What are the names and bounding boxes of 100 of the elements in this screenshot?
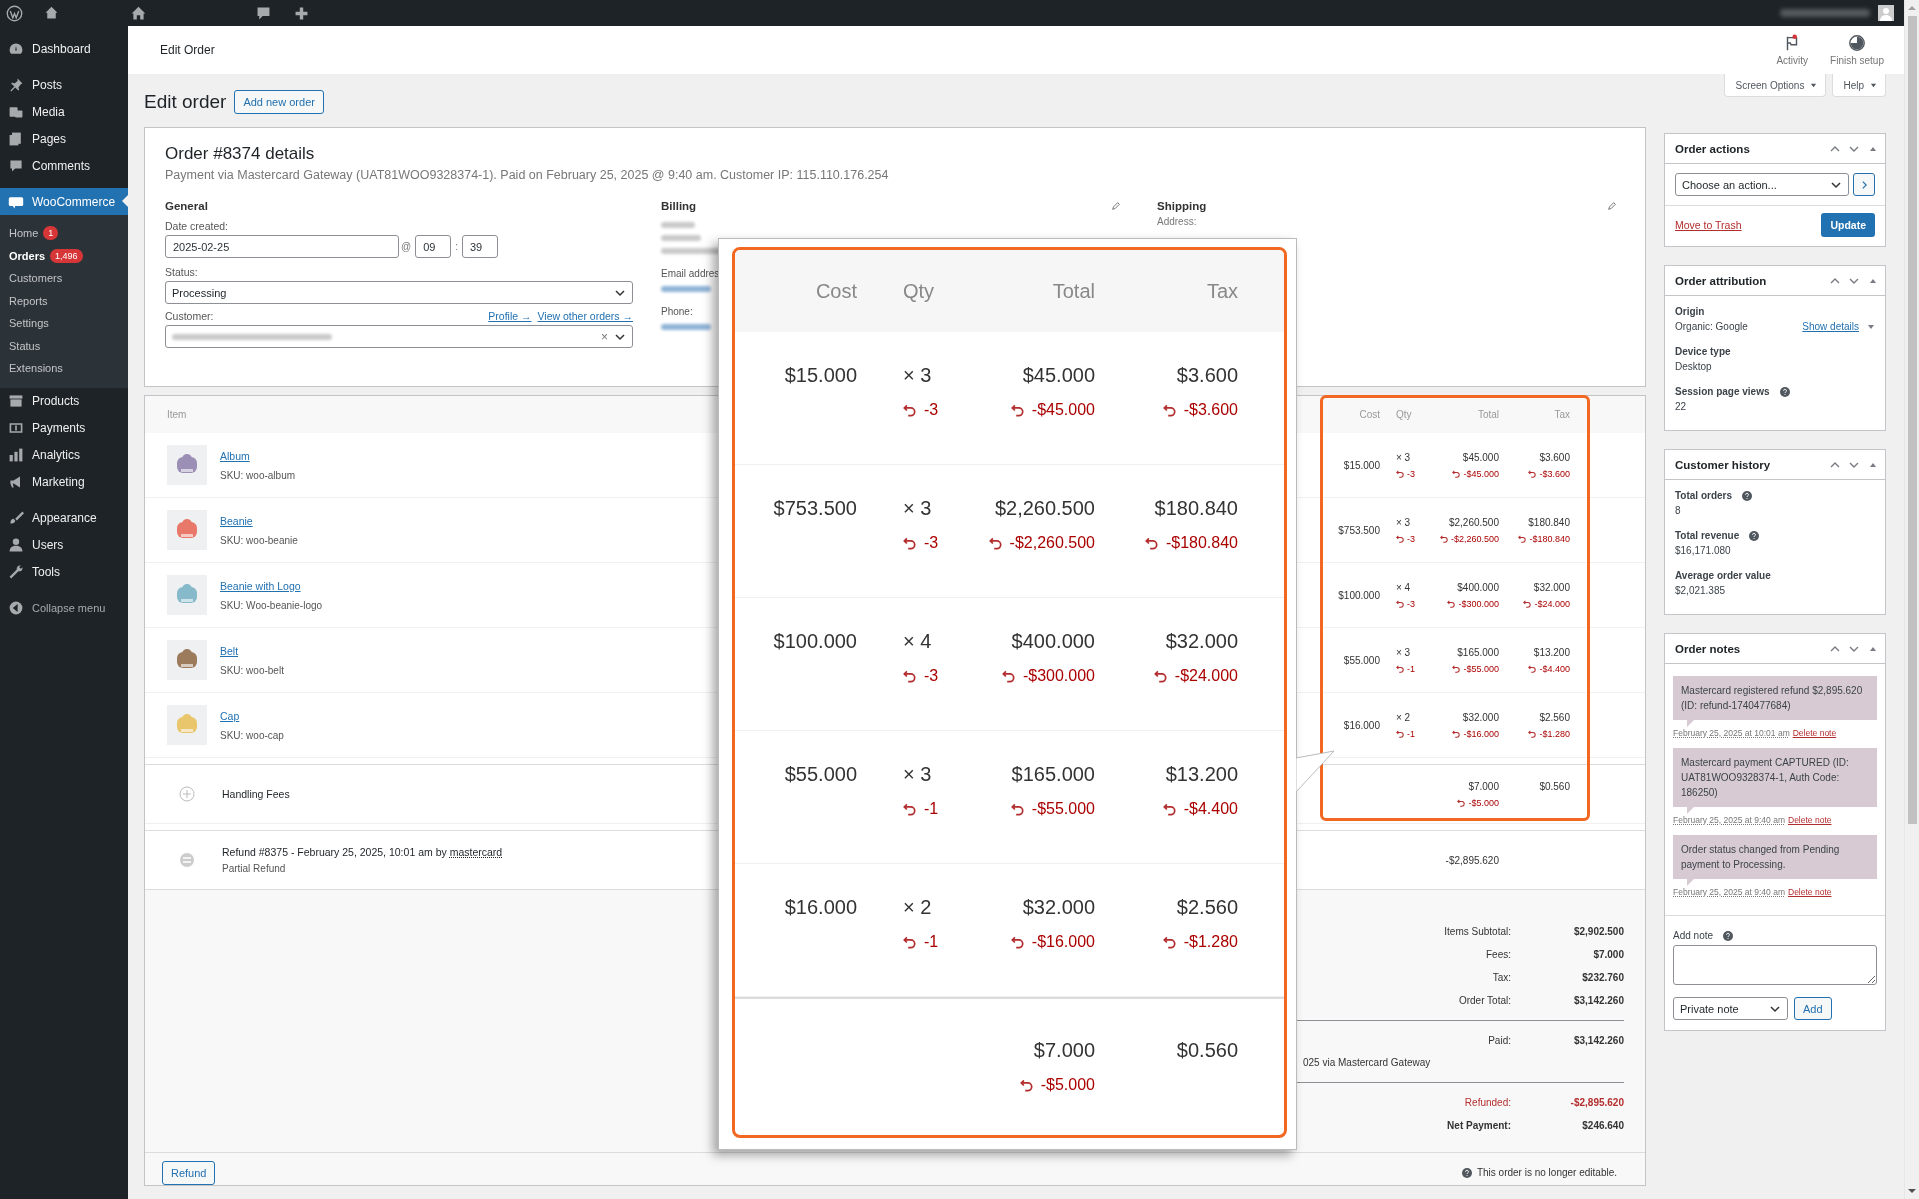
apply-button[interactable] xyxy=(1853,173,1875,196)
scroll-down-icon[interactable] xyxy=(1907,1186,1917,1196)
add-new-order-button[interactable]: Add new order xyxy=(234,89,324,114)
table-cell: $2,260.500 xyxy=(1448,516,1499,528)
move-to-trash-link[interactable]: Move to Trash xyxy=(1675,219,1742,231)
delete-note-link[interactable]: Delete note xyxy=(1792,728,1837,738)
bar-chart-icon xyxy=(8,447,24,463)
refund-amount: -3 xyxy=(1407,533,1415,544)
sidebar-item[interactable]: Pages xyxy=(0,125,128,152)
customer-select[interactable]: × xyxy=(165,325,633,348)
table-cell: $753.500 xyxy=(773,497,857,520)
sidebar-item[interactable]: Products xyxy=(0,387,128,415)
archive-icon xyxy=(8,393,24,409)
refund-amount: -$55.000 xyxy=(1031,800,1095,818)
hour-field[interactable]: 09 xyxy=(415,235,452,258)
delete-note-link[interactable]: Delete note xyxy=(1788,815,1832,825)
update-button[interactable]: Update xyxy=(1821,213,1875,237)
table-cell: $16.000 xyxy=(784,896,857,919)
undo-icon xyxy=(1001,669,1015,683)
sidebar-item[interactable]: Comments xyxy=(0,152,128,179)
total-label: Items Subtotal: xyxy=(1443,926,1511,937)
refund-reason: Partial Refund xyxy=(222,863,287,874)
author-link[interactable]: mastercard xyxy=(449,846,503,858)
add-note-button[interactable]: Add xyxy=(1794,997,1832,1020)
undo-icon xyxy=(1162,802,1176,816)
show-details-link[interactable]: Show details xyxy=(1802,321,1859,332)
dropdown-triangle-icon[interactable] xyxy=(1867,322,1875,331)
plus-circle-icon xyxy=(179,786,195,802)
refund-amount: -$4.400 xyxy=(1183,800,1238,818)
pencil-icon[interactable] xyxy=(1607,201,1617,211)
field-value: Desktop xyxy=(1675,361,1713,372)
caret-icon xyxy=(1810,81,1818,89)
product-link[interactable]: Cap xyxy=(220,709,284,722)
field-label: Origin xyxy=(1675,306,1705,317)
sidebar-item[interactable]: Analytics xyxy=(0,441,128,469)
refund-amount: -$3.600 xyxy=(1183,401,1238,419)
sidebar-item[interactable]: Appearance xyxy=(0,504,128,532)
product-link[interactable]: Beanie xyxy=(220,514,298,527)
sidebar-item[interactable]: Tools xyxy=(0,558,128,586)
view-orders-link[interactable]: View other orders → xyxy=(537,310,633,322)
submenu-item[interactable]: Settings xyxy=(0,312,128,335)
undo-icon xyxy=(1528,729,1537,738)
date-field[interactable]: 2025-02-25 xyxy=(165,235,399,258)
help-icon[interactable] xyxy=(1749,530,1760,541)
total-label: Net Payment: xyxy=(1446,1120,1511,1131)
total-value: $7.000 xyxy=(1592,949,1624,960)
submenu-item[interactable]: Home 1 xyxy=(0,222,128,245)
sidebar-item[interactable]: Marketing xyxy=(0,468,128,496)
status-select[interactable]: Processing xyxy=(165,281,633,304)
column-header: Tax xyxy=(1205,279,1238,303)
submenu-item[interactable]: Customers xyxy=(0,267,128,290)
sidebar-item[interactable]: Users xyxy=(0,531,128,559)
product-link[interactable]: Belt xyxy=(220,644,284,657)
table-cell: × 3 xyxy=(1396,451,1411,463)
help-button[interactable]: Help xyxy=(1832,74,1886,97)
submenu-item[interactable]: Extensions xyxy=(0,357,128,380)
sidebar-item[interactable]: Payments xyxy=(0,414,128,442)
pencil-icon[interactable] xyxy=(1111,201,1121,211)
collapse-menu-button[interactable]: Collapse menu xyxy=(0,594,128,622)
column-header: Cost xyxy=(1358,409,1380,420)
sidebar-item[interactable]: WooCommerce xyxy=(0,188,128,215)
sku-text: SKU: Woo-beanie-logo xyxy=(220,599,323,611)
profile-link[interactable]: Profile → xyxy=(488,310,532,322)
refund-button[interactable]: Refund xyxy=(162,1161,216,1185)
product-link[interactable]: Album xyxy=(220,449,296,462)
submenu-item[interactable]: Orders 1,496 xyxy=(0,244,128,267)
note-field[interactable] xyxy=(1673,945,1877,985)
product-link[interactable]: Beanie with Logo xyxy=(220,579,323,592)
refund-amount: -$2,260.500 xyxy=(1450,533,1499,544)
activity-button[interactable]: Activity xyxy=(1776,34,1809,66)
submenu-item[interactable]: Status xyxy=(0,334,128,357)
submenu-item[interactable]: Reports xyxy=(0,289,128,312)
screen-options-button[interactable]: Screen Options xyxy=(1724,74,1827,97)
sidebar-item[interactable]: Posts xyxy=(0,71,128,98)
scrollbar[interactable] xyxy=(1904,0,1919,1199)
help-icon[interactable] xyxy=(1742,490,1753,501)
home-icon[interactable] xyxy=(130,4,147,22)
action-select[interactable]: Choose an action... xyxy=(1675,173,1849,196)
column-header: Total xyxy=(1051,279,1095,303)
scroll-up-icon[interactable] xyxy=(1907,3,1917,13)
sidebar-item[interactable]: Dashboard xyxy=(0,35,128,62)
table-cell: × 3 xyxy=(903,497,932,520)
field-label: Date created: xyxy=(165,220,230,232)
sidebar-item[interactable]: Media xyxy=(0,98,128,125)
field-label: Email addres xyxy=(661,268,721,279)
field-label: Total revenue xyxy=(1675,530,1740,541)
help-icon[interactable] xyxy=(1723,930,1734,941)
note-type-select[interactable]: Private note xyxy=(1673,997,1788,1020)
minute-field[interactable]: 39 xyxy=(461,235,498,258)
delete-note-link[interactable]: Delete note xyxy=(1788,887,1832,897)
scrollbar-thumb[interactable] xyxy=(1907,16,1917,824)
refund-amount: -$3.600 xyxy=(1539,468,1570,479)
refund-amount: -1 xyxy=(1407,728,1415,739)
table-cell: $13.200 xyxy=(1165,763,1238,786)
undo-icon xyxy=(1162,935,1176,949)
help-icon[interactable] xyxy=(1779,386,1790,397)
setup-button[interactable]: Finish setup xyxy=(1830,34,1884,66)
wordpress-logo-icon[interactable] xyxy=(6,4,23,22)
total-value: $3,142.260 xyxy=(1572,1035,1624,1046)
comment-icon xyxy=(8,157,24,174)
